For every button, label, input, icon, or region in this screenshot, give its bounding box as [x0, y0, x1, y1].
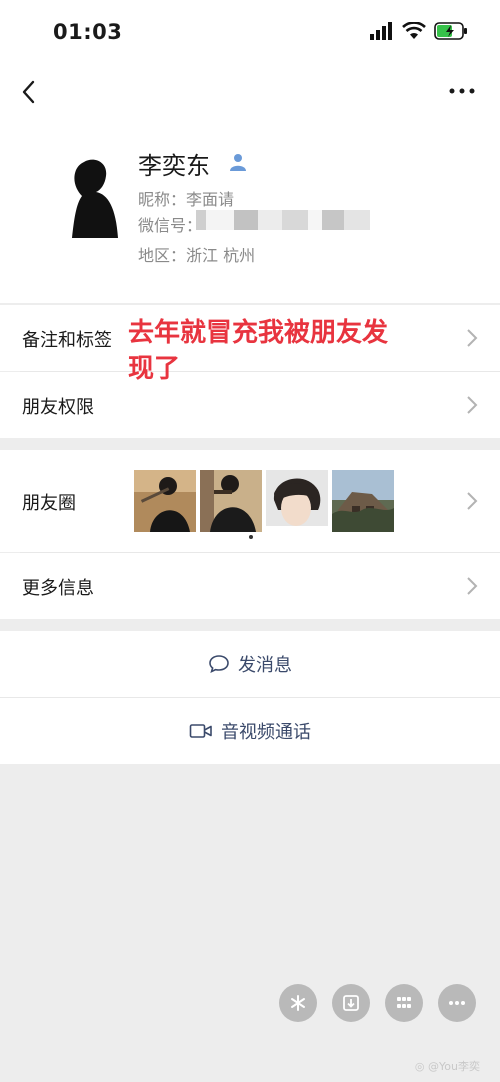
back-arrow-icon[interactable]: [16, 74, 44, 110]
chevron-right-icon: [467, 396, 478, 414]
chevron-right-icon: [467, 492, 478, 510]
watermark: ◎ @You李奕: [415, 1058, 480, 1074]
more-options-icon[interactable]: [446, 76, 478, 106]
nickname: 昵称：李面请: [138, 190, 235, 209]
watermark-text: @You李奕: [428, 1060, 480, 1073]
moments-photo-2[interactable]: [200, 470, 262, 532]
moments-photo-1[interactable]: [134, 470, 196, 532]
contact-name: 李奕东: [138, 152, 210, 180]
row-label: 更多信息: [22, 578, 94, 599]
grid-icon: [397, 997, 411, 1008]
overlay-caption-line2: 现了: [128, 354, 181, 384]
status-bar: 01:03: [0, 0, 500, 66]
status-icons: [370, 22, 468, 40]
video-call-button[interactable]: 音视频通话: [0, 698, 500, 764]
wechat-id-blurred: [196, 210, 370, 230]
send-message-label: 发消息: [238, 655, 292, 676]
row-label: 朋友权限: [22, 397, 94, 418]
page-dot: [249, 535, 253, 539]
profile-card: 李奕东 昵称：李面请 微信号： 地区：浙江 杭州: [0, 118, 500, 303]
send-message-button[interactable]: 发消息: [0, 631, 500, 697]
video-camera-icon: [189, 724, 212, 738]
moments-photo-4[interactable]: [332, 470, 394, 532]
chevron-right-icon: [467, 577, 478, 595]
contact-type-icon: [230, 154, 246, 171]
region: 地区：浙江 杭州: [138, 246, 256, 265]
download-button[interactable]: [332, 984, 370, 1022]
overlay-caption: 去年就冒充我被朋友发 现了: [128, 315, 478, 387]
video-call-label: 音视频通话: [221, 722, 311, 743]
row-label: 朋友圈: [22, 493, 76, 514]
wechat-id-label: 微信号：: [138, 216, 203, 235]
row-label: 备注和标签: [22, 330, 112, 351]
moments-photo-3[interactable]: [266, 470, 328, 532]
status-time: 01:03: [53, 20, 123, 44]
overlay-caption-line1: 去年就冒充我被朋友发: [128, 318, 389, 348]
ellipsis-icon: [449, 1001, 465, 1005]
sparkle-icon: [291, 995, 305, 1011]
sparkle-button[interactable]: [279, 984, 317, 1022]
more-button[interactable]: [438, 984, 476, 1022]
chat-bubble-icon: [209, 655, 229, 673]
row-more-info[interactable]: 更多信息: [0, 553, 500, 619]
download-icon: [343, 995, 359, 1011]
signal-icon: [370, 22, 392, 40]
wifi-icon: [402, 22, 426, 39]
battery-charging-icon: [434, 22, 467, 40]
grid-button[interactable]: [385, 984, 423, 1022]
avatar[interactable]: [68, 158, 118, 238]
weibo-icon: ◎: [414, 1060, 425, 1073]
nav-bar: [0, 66, 500, 118]
